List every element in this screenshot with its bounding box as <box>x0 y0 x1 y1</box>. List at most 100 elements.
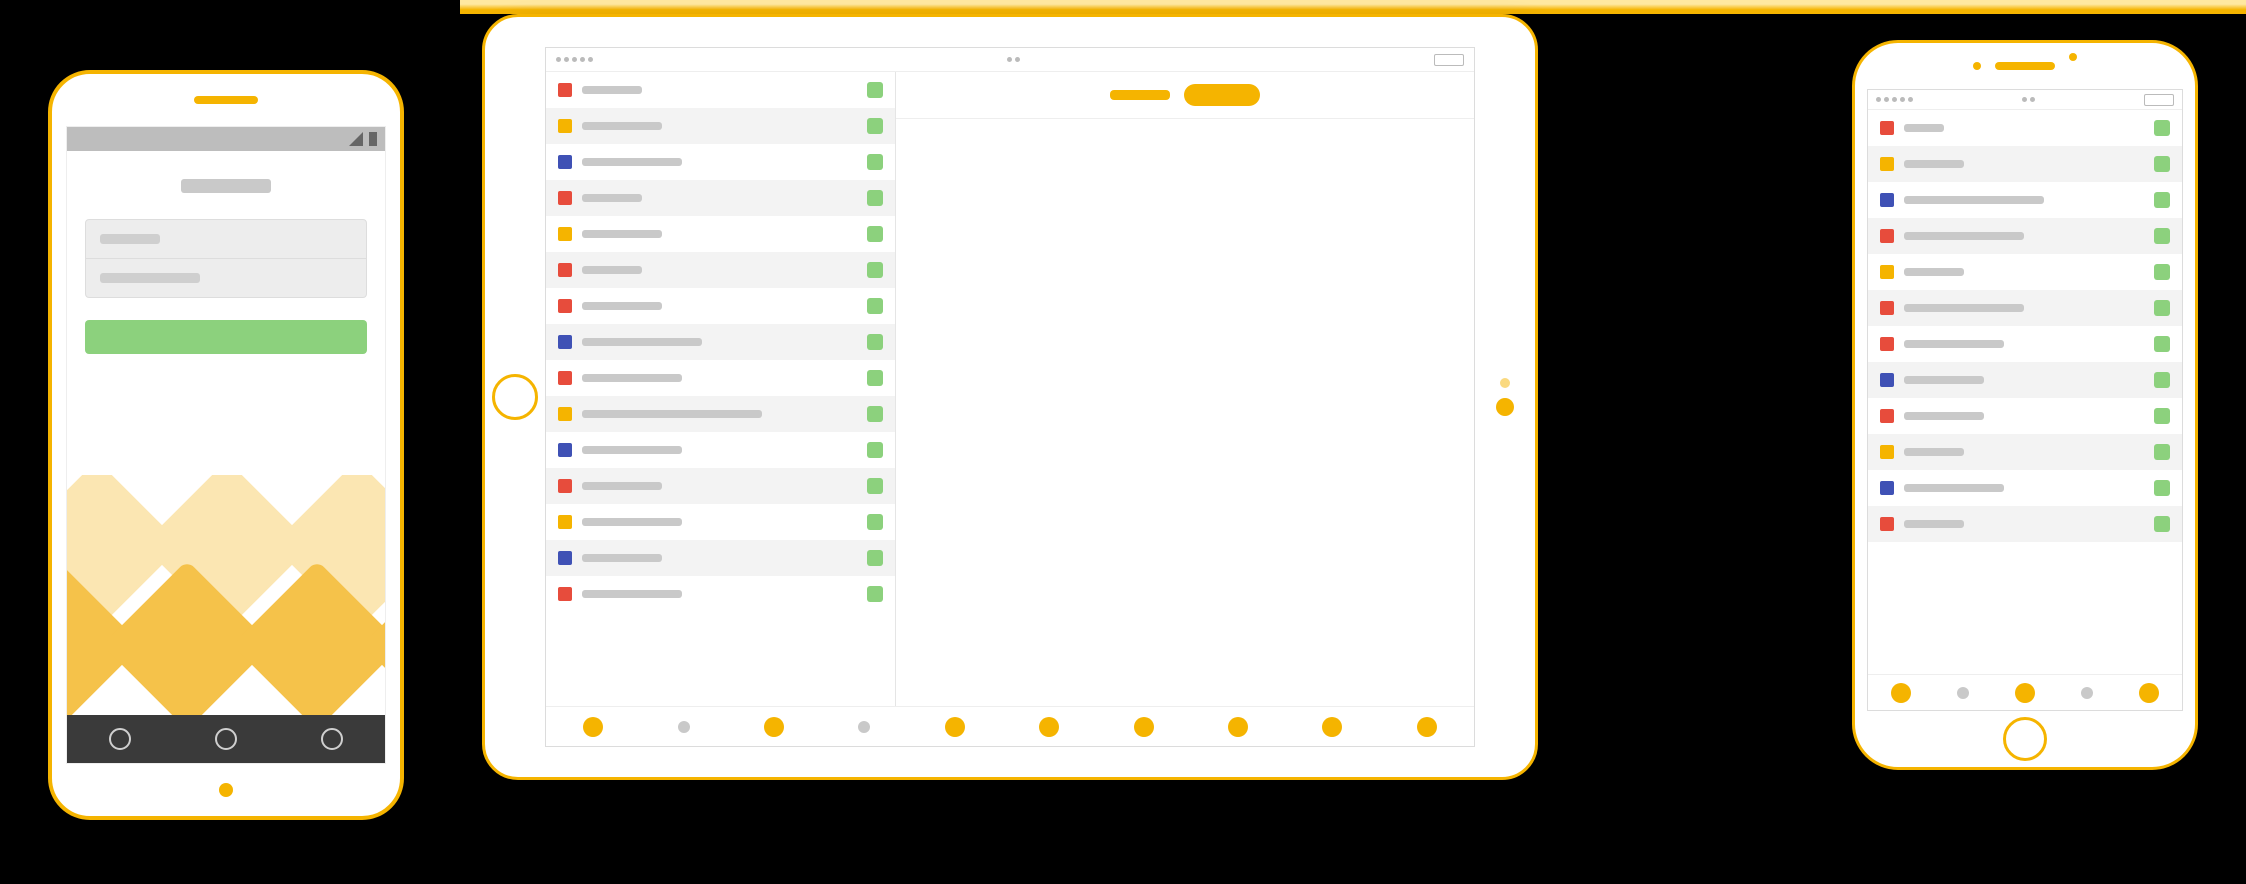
category-color-icon <box>558 443 572 457</box>
ipad-device-frame <box>482 14 1538 780</box>
list-item-label <box>582 122 662 130</box>
list-item[interactable] <box>546 468 895 504</box>
category-color-icon <box>558 515 572 529</box>
status-badge <box>867 550 883 566</box>
list-item[interactable] <box>1868 110 2182 146</box>
list-item[interactable] <box>1868 254 2182 290</box>
list-item-label <box>1904 160 1964 168</box>
signal-icon <box>349 132 363 146</box>
list-item[interactable] <box>546 576 895 612</box>
status-badge <box>867 190 883 206</box>
list-item[interactable] <box>1868 182 2182 218</box>
tab-item[interactable] <box>764 717 784 737</box>
status-badge <box>2154 408 2170 424</box>
tab-item[interactable] <box>1134 717 1154 737</box>
list-item[interactable] <box>546 360 895 396</box>
ipad-tab-bar <box>546 706 1474 746</box>
status-badge <box>867 478 883 494</box>
tab-item[interactable] <box>2139 683 2159 703</box>
tab-item[interactable] <box>1228 717 1248 737</box>
list-item-label <box>1904 268 1964 276</box>
list-item[interactable] <box>546 108 895 144</box>
list-item[interactable] <box>546 396 895 432</box>
status-badge <box>867 586 883 602</box>
list-item-label <box>582 266 642 274</box>
tab-item[interactable] <box>678 721 690 733</box>
list-item[interactable] <box>546 252 895 288</box>
list-item-label <box>582 302 662 310</box>
tab-item[interactable] <box>583 717 603 737</box>
list-item[interactable] <box>546 504 895 540</box>
list-item[interactable] <box>1868 326 2182 362</box>
ipad-status-bar <box>546 48 1474 72</box>
category-color-icon <box>558 371 572 385</box>
ipad-home-button[interactable] <box>492 374 538 420</box>
status-badge <box>2154 300 2170 316</box>
status-badge <box>867 226 883 242</box>
iphone-tab-bar <box>1868 674 2182 710</box>
tab-item[interactable] <box>1322 717 1342 737</box>
tab-item[interactable] <box>1891 683 1911 703</box>
list-item[interactable] <box>546 216 895 252</box>
category-color-icon <box>1880 265 1894 279</box>
list-item-label <box>1904 376 1984 384</box>
list-item[interactable] <box>1868 434 2182 470</box>
list-item-label <box>582 86 642 94</box>
tab-item[interactable] <box>858 721 870 733</box>
battery-icon <box>369 132 377 146</box>
tab-item[interactable] <box>1039 717 1059 737</box>
tab-item[interactable] <box>2081 687 2093 699</box>
iphone-device-frame <box>1852 40 2198 770</box>
list-item[interactable] <box>546 180 895 216</box>
status-badge <box>2154 516 2170 532</box>
detail-segment-label[interactable] <box>1110 90 1170 100</box>
iphone-home-button[interactable] <box>2003 717 2047 761</box>
tab-item[interactable] <box>945 717 965 737</box>
tab-item[interactable] <box>1417 717 1437 737</box>
nav-home-icon[interactable] <box>215 728 237 750</box>
list-item[interactable] <box>1868 218 2182 254</box>
list-item-label <box>582 446 682 454</box>
list-item[interactable] <box>546 324 895 360</box>
list-item[interactable] <box>1868 290 2182 326</box>
list-item[interactable] <box>546 288 895 324</box>
tab-item[interactable] <box>2015 683 2035 703</box>
status-badge <box>867 442 883 458</box>
list-item-label <box>1904 304 2024 312</box>
status-badge <box>867 370 883 386</box>
iphone-sensor-icon <box>2069 53 2077 61</box>
login-button[interactable] <box>85 320 367 354</box>
status-badge <box>2154 192 2170 208</box>
list-item-label <box>1904 448 1964 456</box>
category-color-icon <box>558 551 572 565</box>
list-item[interactable] <box>1868 470 2182 506</box>
nav-recents-icon[interactable] <box>321 728 343 750</box>
category-color-icon <box>1880 517 1894 531</box>
detail-segment-selected[interactable] <box>1184 84 1260 106</box>
ipad-detail-pane <box>896 72 1474 706</box>
category-color-icon <box>1880 193 1894 207</box>
list-item[interactable] <box>1868 398 2182 434</box>
iphone-speaker <box>1995 62 2055 70</box>
username-field[interactable] <box>86 220 366 258</box>
list-item[interactable] <box>546 540 895 576</box>
list-item[interactable] <box>1868 362 2182 398</box>
list-item-label <box>1904 484 2004 492</box>
category-color-icon <box>558 263 572 277</box>
category-color-icon <box>558 83 572 97</box>
list-item[interactable] <box>1868 506 2182 542</box>
list-item-label <box>1904 232 2024 240</box>
category-color-icon <box>1880 121 1894 135</box>
list-item[interactable] <box>546 72 895 108</box>
nav-back-icon[interactable] <box>109 728 131 750</box>
password-field[interactable] <box>86 258 366 297</box>
status-badge <box>867 298 883 314</box>
category-color-icon <box>1880 301 1894 315</box>
list-item[interactable] <box>1868 146 2182 182</box>
list-item[interactable] <box>546 144 895 180</box>
iphone-camera-icon <box>1973 62 1981 70</box>
category-color-icon <box>558 299 572 313</box>
tab-item[interactable] <box>1957 687 1969 699</box>
list-item[interactable] <box>546 432 895 468</box>
category-color-icon <box>1880 373 1894 387</box>
